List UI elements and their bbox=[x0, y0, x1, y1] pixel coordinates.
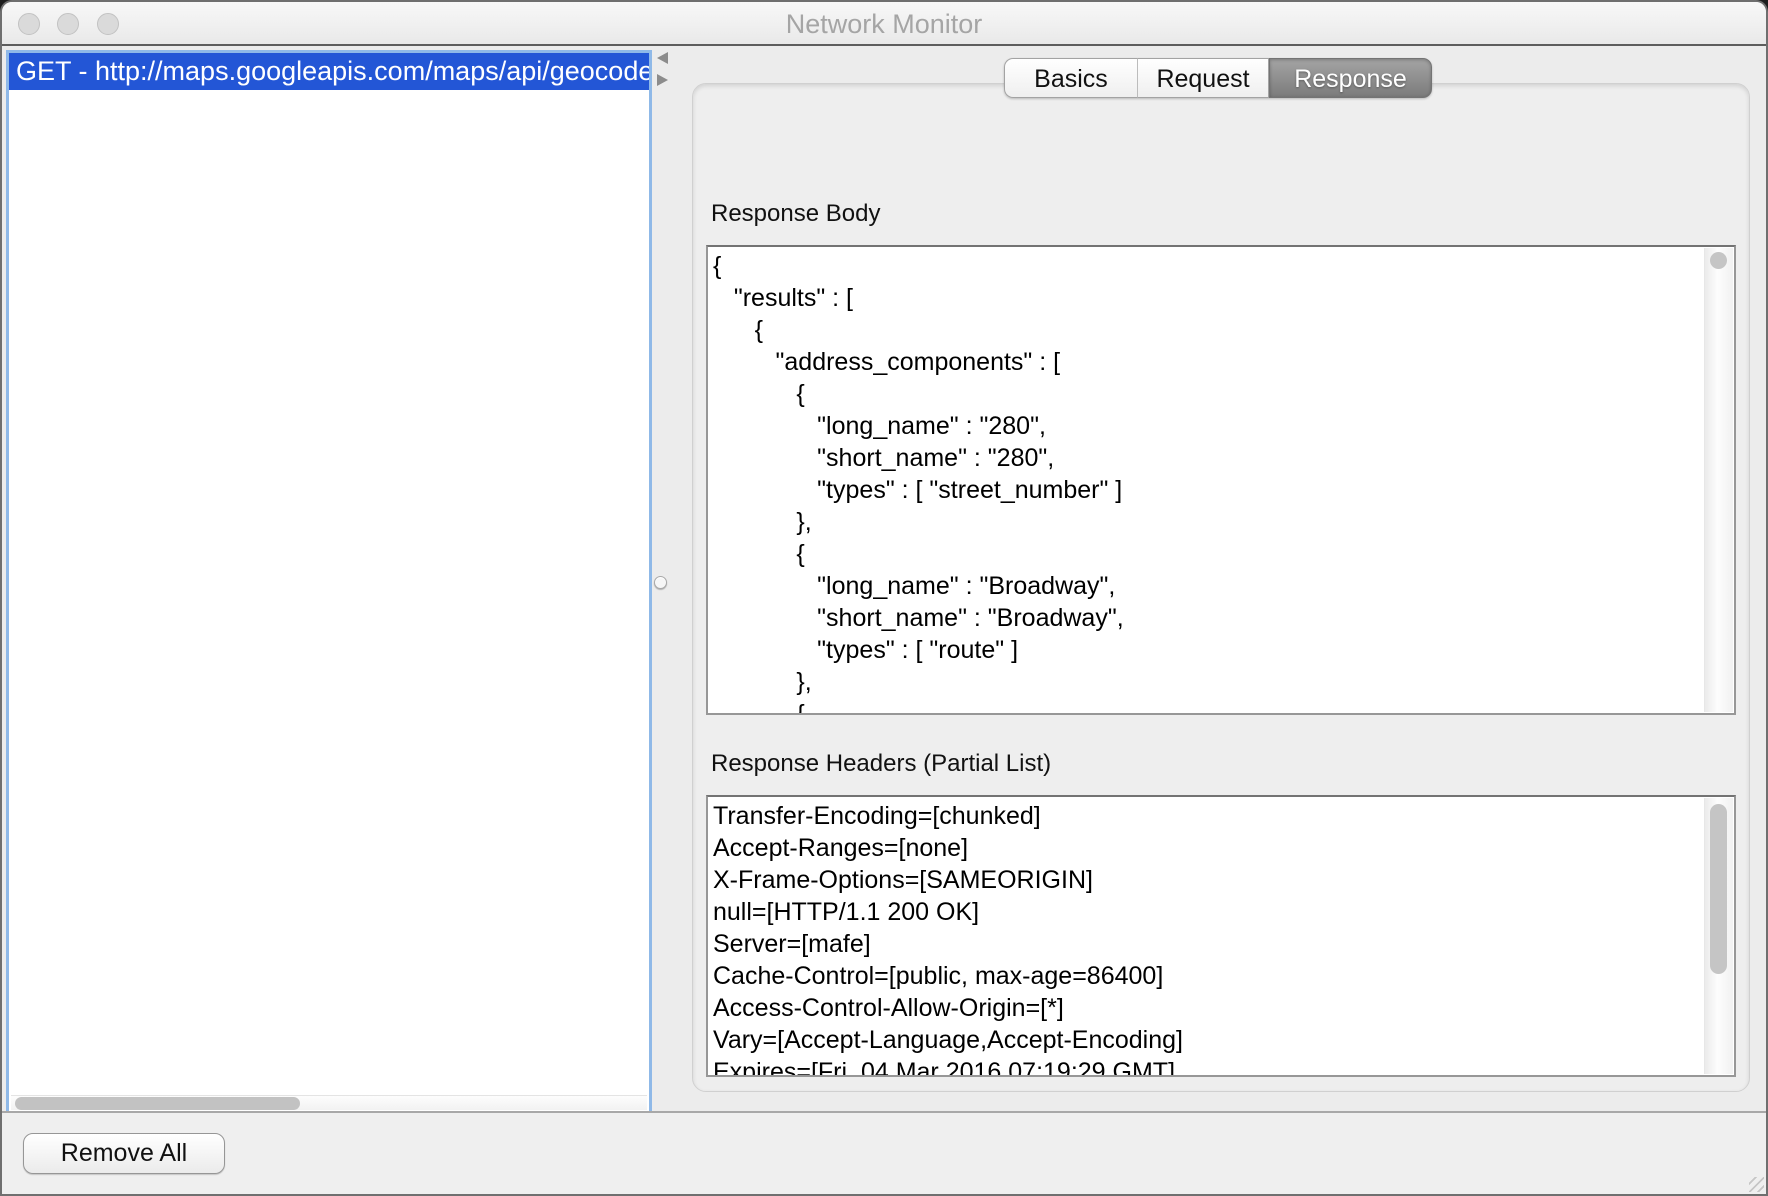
response-headers-text: Transfer-Encoding=[chunked] Accept-Range… bbox=[713, 800, 1701, 1075]
window-title: Network Monitor bbox=[2, 9, 1766, 40]
request-list[interactable]: GET - http://maps.googleapis.com/maps/ap… bbox=[6, 50, 652, 1115]
response-body-scrollbar[interactable] bbox=[1704, 248, 1733, 712]
split-divider-knob[interactable] bbox=[654, 576, 667, 589]
tab-bar: Basics Request Response bbox=[1004, 58, 1432, 98]
horizontal-scrollbar-thumb[interactable] bbox=[15, 1097, 300, 1110]
bottom-bar: Remove All bbox=[2, 1111, 1766, 1194]
right-arrow-icon[interactable] bbox=[657, 74, 668, 86]
response-body-label: Response Body bbox=[711, 200, 880, 228]
tab-request[interactable]: Request bbox=[1137, 58, 1269, 98]
main-split-area: GET - http://maps.googleapis.com/maps/ap… bbox=[2, 46, 1766, 1115]
tab-content-panel: Response Body { "results" : [ { "address… bbox=[692, 83, 1750, 1092]
network-monitor-window: Network Monitor GET - http://maps.google… bbox=[0, 0, 1768, 1196]
tab-basics[interactable]: Basics bbox=[1004, 58, 1137, 98]
title-bar: Network Monitor bbox=[2, 2, 1766, 46]
tab-response[interactable]: Response bbox=[1269, 58, 1432, 98]
scrollbar-thumb[interactable] bbox=[1710, 804, 1727, 974]
response-headers-scrollbar[interactable] bbox=[1704, 798, 1733, 1074]
left-arrow-icon[interactable] bbox=[657, 52, 668, 64]
remove-all-button[interactable]: Remove All bbox=[23, 1133, 225, 1174]
response-headers-label: Response Headers (Partial List) bbox=[711, 750, 1051, 778]
response-body-text: { "results" : [ { "address_components" :… bbox=[713, 250, 1701, 713]
request-list-item-selected[interactable]: GET - http://maps.googleapis.com/maps/ap… bbox=[9, 53, 649, 90]
response-body-textarea[interactable]: { "results" : [ { "address_components" :… bbox=[706, 245, 1736, 715]
response-headers-textarea[interactable]: Transfer-Encoding=[chunked] Accept-Range… bbox=[706, 795, 1736, 1077]
scrollbar-thumb[interactable] bbox=[1710, 252, 1727, 269]
request-list-horizontal-scrollbar[interactable] bbox=[11, 1095, 647, 1110]
resize-grip-icon[interactable] bbox=[1749, 1177, 1764, 1192]
